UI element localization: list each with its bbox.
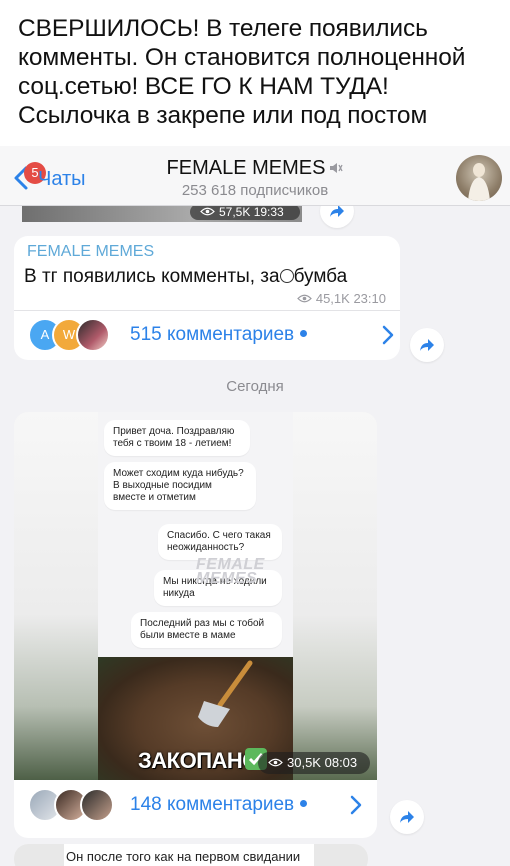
- channel-title-text: FEMALE MEMES: [166, 157, 326, 179]
- message-time: 08:03: [324, 755, 358, 770]
- chevron-right-icon: [350, 795, 362, 815]
- comments-label: 515 комментариев: [130, 324, 308, 346]
- share-icon: [420, 339, 434, 351]
- share-button[interactable]: [410, 328, 444, 362]
- message-bubble[interactable]: Привет доча. Поздравляю тебя с твоим 18 …: [14, 412, 377, 838]
- previous-post-stats: 57,5K 19:33: [190, 204, 300, 220]
- chevron-right-icon: [382, 325, 394, 345]
- message-text-start: В тг появились комменты, за: [24, 266, 280, 287]
- post-image[interactable]: Привет доча. Поздравляю тебя с твоим 18 …: [14, 412, 377, 780]
- meme-caption: ЗАКОПАНО: [138, 748, 259, 773]
- date-separator: Сегодня: [226, 378, 284, 395]
- message-meta: 45,1K 23:10: [296, 291, 386, 306]
- comments-button[interactable]: 148 комментариев: [28, 786, 368, 826]
- channel-title[interactable]: FEMALE MEMES: [140, 157, 370, 180]
- message-bubble[interactable]: Он после того как на первом свидании: [14, 844, 368, 866]
- message-text-end: бумба: [293, 266, 348, 287]
- avatar-figure: [468, 163, 490, 201]
- eye-icon: [296, 294, 312, 303]
- channel-name[interactable]: FEMALE MEMES: [27, 243, 154, 261]
- comments-count: 148 комментариев: [130, 794, 295, 815]
- eye-icon: [200, 207, 215, 216]
- post-caption: СВЕРШИЛОСЬ! В телеге появились комменты.…: [18, 15, 466, 129]
- share-button[interactable]: [390, 800, 424, 834]
- message-time: 23:10: [353, 291, 386, 306]
- mute-icon: [330, 163, 344, 173]
- commenter-avatar: [80, 788, 114, 822]
- blurred-edge-right: [293, 412, 377, 780]
- divider: [14, 310, 400, 311]
- back-label: Чаты: [38, 168, 86, 190]
- share-icon: [400, 811, 414, 823]
- blurred-edge-left: [14, 412, 98, 780]
- previous-post-views: 57,5K 19:33: [219, 205, 284, 219]
- unread-dot: [300, 800, 308, 807]
- back-button[interactable]: 5 Чаты: [6, 160, 101, 194]
- media-stats: 30,5K 08:03: [258, 752, 370, 774]
- exploding-head-emoji: [279, 269, 294, 283]
- meme-message: Последний раз мы с тобой были вместе в м…: [131, 612, 282, 648]
- meme-message: Может сходим куда нибудь? В выходные пос…: [104, 462, 256, 510]
- view-count: 30,5K: [287, 755, 321, 770]
- comments-button[interactable]: A W 515 комментариев: [28, 316, 400, 356]
- chat-header: 5 Чаты FEMALE MEMES 253 618 подписчиков: [0, 146, 510, 206]
- view-count: 45,1K: [315, 291, 350, 306]
- subscriber-count: 253 618 подписчиков: [181, 182, 329, 199]
- unread-dot: [300, 330, 308, 337]
- message-text: Он после того как на первом свидании: [66, 849, 301, 864]
- message-text: В тг появились комменты, за бумба: [24, 266, 347, 288]
- message-bubble[interactable]: FEMALE MEMES В тг появились комменты, за…: [14, 236, 400, 360]
- telegram-chat-screen: 5 Чаты FEMALE MEMES 253 618 подписчиков …: [0, 146, 510, 866]
- commenter-avatar: [76, 318, 110, 352]
- watermark: FEMALE MEMES: [196, 556, 265, 587]
- eye-icon: [268, 758, 283, 767]
- meme-message: Привет доча. Поздравляю тебя с твоим 18 …: [104, 420, 250, 456]
- meme-message: Спасибо. С чего такая неожиданность?: [158, 524, 282, 560]
- comments-label: 148 комментариев: [130, 794, 308, 816]
- chat-screenshot: Привет доча. Поздравляю тебя с твоим 18 …: [98, 412, 293, 657]
- comments-count: 515 комментариев: [130, 324, 295, 345]
- channel-avatar[interactable]: [456, 155, 502, 201]
